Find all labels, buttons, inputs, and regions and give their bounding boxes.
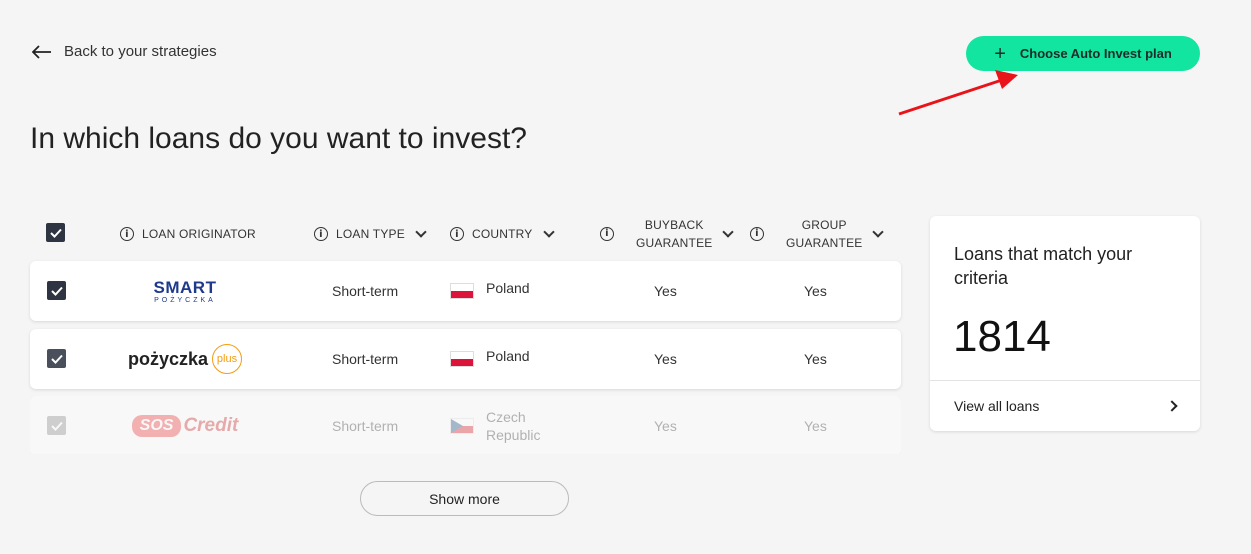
group-value: Yes [804,351,827,367]
show-more-button[interactable]: Show more [360,481,569,516]
header-group-guarantee[interactable]: i GROUP GUARANTEE [750,210,885,258]
sos-credit-logo: SOS Credit [110,396,260,454]
country-cell: Poland [450,329,530,389]
loan-type: Short-term [332,418,399,434]
poland-flag-icon [450,351,474,367]
info-icon[interactable]: i [600,227,614,241]
choose-auto-invest-button[interactable]: + Choose Auto Invest plan [966,36,1200,71]
chevron-down-icon [722,226,735,238]
plus-icon: + [994,42,1006,65]
header-label: BUYBACK GUARANTEE [636,218,713,250]
country-cell: Poland [450,261,530,321]
buyback-value: Yes [654,351,677,367]
row-checkbox[interactable] [47,416,66,435]
row-checkbox[interactable] [47,281,66,300]
pozyczka-plus-logo: pożyczka plus [110,329,260,389]
view-all-loans-link[interactable]: View all loans [930,381,1200,431]
country-name: Poland [486,280,530,296]
info-icon[interactable]: i [314,227,328,241]
matching-loans-card: Loans that match your criteria 1814 View… [930,216,1200,431]
card-title: Loans that match your criteria [954,244,1133,288]
info-icon[interactable]: i [450,227,464,241]
chevron-down-icon [415,226,427,238]
header-label: GROUP GUARANTEE [786,218,863,250]
group-value: Yes [804,418,827,434]
table-row[interactable]: SMART POŻYCZKA Short-term Poland Yes Yes [30,261,901,321]
group-value: Yes [804,283,827,299]
row-checkbox[interactable] [47,349,66,368]
header-loan-type[interactable]: i LOAN TYPE [314,210,427,258]
header-loan-originator: i LOAN ORIGINATOR [120,210,256,258]
header-label: LOAN ORIGINATOR [142,227,256,241]
table-header: i LOAN ORIGINATOR i LOAN TYPE i COUNTRY … [30,210,901,258]
select-all-checkbox[interactable] [46,223,65,242]
table-row[interactable]: pożyczka plus Short-term Poland Yes Yes [30,329,901,389]
matching-loans-count: 1814 [953,312,1051,361]
header-label: LOAN TYPE [336,227,405,241]
loan-type: Short-term [332,351,399,367]
arrow-left-icon [32,44,51,59]
table-row[interactable]: SOS Credit Short-term Czech Republic Yes … [30,396,901,454]
chevron-right-icon [1166,400,1178,412]
chevron-down-icon [542,226,555,238]
back-link[interactable]: Back to your strategies [32,43,217,60]
choose-auto-invest-label: Choose Auto Invest plan [1019,46,1172,61]
czech-flag-icon [450,418,474,434]
poland-flag-icon [450,283,474,299]
buyback-value: Yes [654,283,677,299]
buyback-value: Yes [654,418,677,434]
view-all-loans-label: View all loans [954,398,1040,414]
info-icon[interactable]: i [120,227,134,241]
country-name: Poland [486,348,530,364]
country-cell: Czech Republic [450,396,540,454]
header-label: COUNTRY [472,227,533,241]
country-name: Czech Republic [486,409,541,443]
smart-pozyczka-logo: SMART POŻYCZKA [153,277,217,304]
header-buyback-guarantee[interactable]: i BUYBACK GUARANTEE [600,210,735,258]
back-link-label: Back to your strategies [64,43,217,60]
page-title: In which loans do you want to invest? [30,122,527,155]
loan-type: Short-term [332,283,399,299]
loans-table: i LOAN ORIGINATOR i LOAN TYPE i COUNTRY … [30,210,901,397]
table-scroll-clip: SOS Credit Short-term Czech Republic Yes … [30,396,901,454]
info-icon[interactable]: i [750,227,764,241]
header-country[interactable]: i COUNTRY [450,210,555,258]
chevron-down-icon [872,226,885,238]
